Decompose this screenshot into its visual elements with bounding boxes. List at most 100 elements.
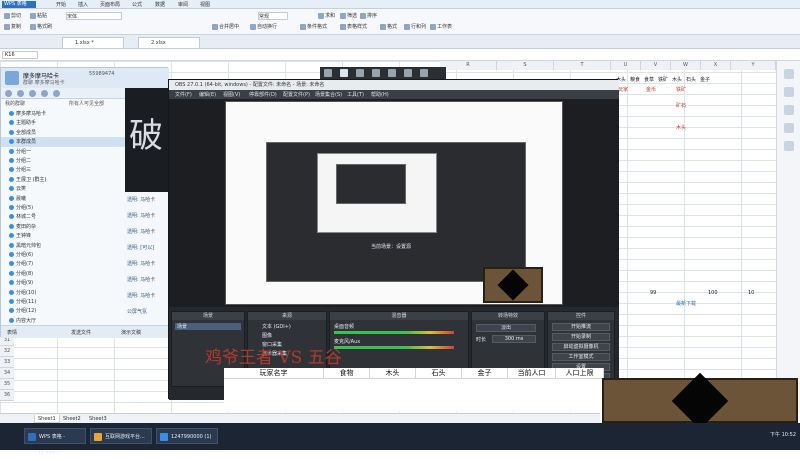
obs-menu-file[interactable]: 文件(F) — [175, 91, 192, 98]
font-select[interactable]: 宋体 — [66, 12, 122, 20]
scene-item[interactable]: 场景 — [175, 323, 241, 330]
obs-menu-view[interactable]: 视图(V) — [223, 91, 240, 98]
trophy-icon[interactable] — [372, 69, 380, 77]
wps-logo[interactable]: WPS 表格 — [2, 1, 36, 8]
sidebar-tool-icon-2[interactable] — [783, 87, 794, 97]
member-list-label: 分组(9) — [16, 280, 34, 287]
user-icon — [9, 317, 14, 323]
worksheet-button[interactable]: 工作表 — [430, 23, 452, 30]
copy-button[interactable]: 复制 — [4, 23, 21, 30]
duration-input[interactable]: 300 ms — [492, 335, 536, 343]
table-style-button[interactable]: 表格样式 — [340, 23, 367, 30]
voice-call-icon[interactable] — [5, 90, 12, 97]
source-text[interactable]: 文本 (GDI+) — [262, 323, 291, 330]
column-header-u[interactable]: U — [611, 61, 641, 70]
share-screen-icon[interactable] — [29, 90, 36, 97]
number-format-select[interactable]: 常规 — [258, 12, 288, 20]
sheet-tab-1[interactable]: Sheet1 — [34, 415, 60, 423]
files-icon[interactable] — [41, 90, 48, 97]
user-icon — [9, 223, 14, 229]
obs-preview[interactable]: 当前场景：设置源 — [169, 99, 619, 307]
row-header-34[interactable]: 34 — [0, 368, 14, 379]
column-header-r[interactable]: R — [440, 61, 497, 70]
table-label-ore: 矿石 — [676, 103, 687, 109]
column-header-t[interactable]: T — [554, 61, 611, 70]
wrap-text-button[interactable]: 自动换行 — [250, 23, 277, 30]
home-icon[interactable] — [340, 69, 348, 77]
taskbar-game-platform[interactable]: 互联网游戏平台... — [90, 428, 152, 444]
more-icon[interactable] — [420, 69, 428, 77]
apps-icon[interactable] — [53, 90, 60, 97]
menu-tab-review[interactable]: 审阅 — [178, 1, 188, 8]
row-header-36[interactable]: 36 — [0, 390, 14, 401]
obs-menu-docks[interactable]: 停靠部件(D) — [249, 91, 277, 98]
sheet-tab-2[interactable]: Sheet2 — [60, 415, 84, 423]
gamepad-icon[interactable] — [356, 69, 364, 77]
column-header-s[interactable]: S — [497, 61, 554, 70]
obs-menu-edit[interactable]: 编辑(E) — [199, 91, 216, 98]
member-list-filter[interactable]: 所有人可见全部 — [69, 99, 104, 109]
name-box[interactable]: K16 — [2, 51, 38, 59]
filter-button[interactable]: 筛选 — [340, 12, 357, 19]
user-icon — [9, 270, 14, 276]
cut-button[interactable]: 剪切 — [4, 12, 21, 19]
menu-tab-start[interactable]: 开始 — [56, 1, 66, 8]
row-header-32[interactable]: 32 — [0, 346, 14, 357]
format-button[interactable]: 格式 — [380, 23, 397, 30]
sidebar-tool-icon-3[interactable] — [783, 105, 794, 115]
taskbar-qq[interactable]: 1247990000 (1) — [156, 428, 218, 444]
obs-menu-scenes[interactable]: 场景集合(S) — [315, 91, 342, 98]
menu-tab-data[interactable]: 数据 — [155, 1, 165, 8]
avatar[interactable] — [5, 71, 19, 85]
sidebar-tool-icon-1[interactable] — [783, 69, 794, 79]
presentation-button[interactable]: 演示文稿 — [121, 329, 141, 336]
menu-tab-layout[interactable]: 页面布局 — [100, 1, 120, 8]
nested-preview-3 — [336, 164, 406, 204]
member-list-label: 分组(5) — [16, 205, 34, 211]
row-header-35[interactable]: 35 — [0, 379, 14, 390]
start-recording-button[interactable]: 开始录制 — [552, 333, 610, 341]
table-value-10: 10 — [748, 290, 755, 296]
start-streaming-button[interactable]: 开始推流 — [552, 323, 610, 331]
menu-tab-formula[interactable]: 公式 — [132, 1, 142, 8]
sheet-tab-3[interactable]: Sheet3 — [86, 415, 110, 423]
user-icon — [9, 289, 14, 295]
obs-menu-profile[interactable]: 配置文件(P) — [283, 91, 310, 98]
rows-cols-button[interactable]: 行和列 — [404, 23, 426, 30]
obs-menu-help[interactable]: 帮助(H) — [371, 91, 389, 98]
column-header-v[interactable]: V — [641, 61, 671, 70]
sum-button[interactable]: 求和 — [318, 12, 335, 19]
menu-tab-insert[interactable]: 插入 — [78, 1, 88, 8]
transition-select[interactable]: 淡出 — [476, 324, 536, 332]
wrap-icon — [250, 23, 256, 30]
column-header-x[interactable]: X — [701, 61, 731, 70]
header-stone: 石头 — [416, 368, 462, 379]
row-header-33[interactable]: 33 — [0, 357, 14, 368]
cut-label: 剪切 — [11, 13, 22, 19]
sidebar-tool-icon-4[interactable] — [783, 123, 794, 133]
taskbar-wps[interactable]: WPS 表格 - [1.xlsx... — [24, 428, 86, 456]
format-painter-button[interactable]: 格式刷 — [30, 23, 52, 30]
sidebar-tool-icon-5[interactable] — [783, 141, 794, 151]
send-file-button[interactable]: 发送文件 — [71, 329, 91, 336]
sort-button[interactable]: 排序 — [360, 12, 377, 19]
video-call-icon[interactable] — [17, 90, 24, 97]
file-tab-2[interactable]: 2.xlsx — [138, 37, 200, 48]
column-header-w[interactable]: W — [671, 61, 701, 70]
emoji-button[interactable]: 表情 — [7, 329, 17, 336]
menu-tab-view[interactable]: 视图 — [200, 1, 210, 8]
file-tab-1[interactable]: 1.xlsx * — [62, 37, 124, 48]
player-stats-table: 玩家名字 食物 木头 石头 金子 当前人口 人口上限 — [224, 368, 604, 412]
user-icon — [9, 148, 14, 154]
chat-icon[interactable] — [404, 69, 412, 77]
source-image[interactable]: 图像 — [262, 332, 272, 339]
column-header-y[interactable]: Y — [731, 61, 776, 70]
windows-taskbar: WPS 表格 - [1.xlsx... 互联网游戏平台... 124799000… — [0, 423, 800, 456]
filter-icon — [340, 12, 346, 19]
obs-menu-tools[interactable]: 工具(T) — [347, 91, 364, 98]
gamepad-2-icon[interactable] — [388, 69, 396, 77]
camera-icon[interactable] — [324, 69, 332, 77]
paste-button[interactable]: 粘贴 — [30, 12, 47, 19]
conditional-format-button[interactable]: 条件格式 — [300, 23, 327, 30]
merge-center-button[interactable]: 合并居中 — [212, 23, 239, 30]
